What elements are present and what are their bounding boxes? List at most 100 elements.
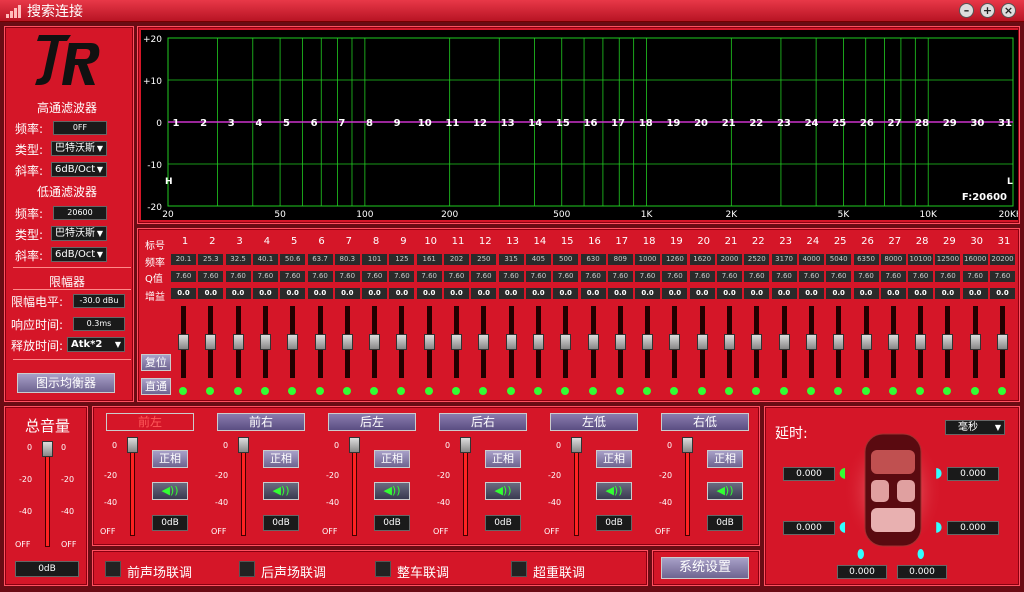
eq-index-label: 标号 [145, 241, 165, 252]
limiter-level-input[interactable]: -30.0 dBu [73, 294, 125, 308]
band-marker: 17 [611, 118, 625, 129]
x-tick-label: 20 [162, 210, 174, 220]
maximize-icon[interactable]: + [980, 3, 995, 18]
band-marker: 30 [970, 118, 984, 129]
lowpass-type-label: 类型: [15, 228, 44, 242]
highpass-freq-input[interactable]: 0FF [53, 121, 107, 135]
band-marker: 31 [998, 118, 1012, 129]
highpass-slope-select[interactable]: 6dB/Oct [51, 162, 107, 177]
band-marker: 10 [418, 118, 432, 129]
eq-reset-button[interactable]: 复位 [141, 354, 171, 371]
channel-slider-track[interactable] [241, 444, 246, 536]
band-marker: 2 [200, 118, 207, 129]
band-marker: 16 [584, 118, 598, 129]
graphic-eq-button[interactable]: 图示均衡器 [17, 373, 115, 393]
channel-scale-40: -40 [326, 498, 340, 507]
lowpass-title: 低通滤波器 [36, 185, 97, 199]
channel-value: 0dB [152, 515, 188, 531]
master-scale-0-right: 0 [61, 443, 67, 452]
channel-slider-track[interactable] [685, 444, 690, 536]
filter-panel: 高通滤波器 频率: 0FF 类型: 巴特沃斯 斜率: 6dB/Oct 低通滤波器… [4, 26, 134, 402]
x-tick-label: 2K [726, 210, 739, 220]
delay-front-left[interactable]: 0.000 [783, 467, 835, 481]
channel-scale-40: -40 [215, 498, 229, 507]
band-marker: 5 [283, 118, 290, 129]
title-bar: 搜索连接 – + × [0, 0, 1024, 22]
channel-name[interactable]: 前左 [106, 413, 194, 431]
band-marker: 20 [694, 118, 708, 129]
channel-name[interactable]: 左低 [550, 413, 638, 431]
close-icon[interactable]: × [1001, 3, 1016, 18]
channel-slider-track[interactable] [130, 444, 135, 536]
phase-button[interactable]: 正相 [485, 450, 521, 468]
channel-name[interactable]: 右低 [661, 413, 749, 431]
mute-speaker-icon[interactable]: ◀)) [152, 482, 188, 500]
jr-logo [35, 35, 100, 85]
delay-front-right[interactable]: 0.000 [947, 467, 999, 481]
sub-link-checkbox[interactable] [511, 561, 527, 577]
speaker-icon: ◗ [935, 519, 943, 535]
phase-button[interactable]: 正相 [263, 450, 299, 468]
frequency-response-plot: +20+100-10-2020501002005001K2K5K10K20KHz… [141, 30, 1018, 220]
mute-speaker-icon[interactable]: ◀)) [596, 482, 632, 500]
master-volume-panel: 总音量 0 -20 -40 OFF 0 -20 -40 OFF 0dB [4, 406, 88, 586]
channel-scale-off: OFF [211, 527, 227, 536]
front-link-checkbox[interactable] [105, 561, 121, 577]
channel-slider-knob[interactable] [127, 437, 138, 453]
mute-speaker-icon[interactable]: ◀)) [485, 482, 521, 500]
settings-panel: 系统设置 [652, 550, 760, 586]
band-marker: 25 [832, 118, 846, 129]
x-tick-label: 20KHz [999, 210, 1018, 220]
limiter-title: 限幅器 [48, 275, 85, 289]
channel-slider-track[interactable] [463, 444, 468, 536]
phase-button[interactable]: 正相 [374, 450, 410, 468]
limiter-attack-input[interactable]: 0.3ms [73, 317, 125, 331]
channel-slider-knob[interactable] [682, 437, 693, 453]
channel-slider-track[interactable] [574, 444, 579, 536]
channel-name[interactable]: 后右 [439, 413, 527, 431]
band-marker: 13 [501, 118, 515, 129]
channel-scale-20: -20 [548, 471, 562, 480]
channel-slider-knob[interactable] [571, 437, 582, 453]
channel-slider-track[interactable] [352, 444, 357, 536]
channel-name[interactable]: 后左 [328, 413, 416, 431]
band-marker: 9 [394, 118, 401, 129]
channel-slider-knob[interactable] [349, 437, 360, 453]
y-tick-label: -10 [147, 161, 162, 171]
mute-speaker-icon[interactable]: ◀)) [263, 482, 299, 500]
channel-name[interactable]: 前右 [217, 413, 305, 431]
mute-speaker-icon[interactable]: ◀)) [374, 482, 410, 500]
limiter-release-select[interactable]: Atk*2 [67, 337, 125, 352]
lowpass-type-select[interactable]: 巴特沃斯 [51, 226, 107, 241]
delay-rear-left[interactable]: 0.000 [783, 521, 835, 535]
delay-unit-select[interactable]: 毫秒 [945, 420, 1005, 435]
mute-speaker-icon[interactable]: ◀)) [707, 482, 743, 500]
subwoofer-icon: ⬮ [917, 547, 925, 561]
system-settings-button[interactable]: 系统设置 [661, 557, 749, 579]
phase-button[interactable]: 正相 [152, 450, 188, 468]
lowpass-freq-input[interactable]: 20600 [53, 206, 107, 220]
rear-link-checkbox[interactable] [239, 561, 255, 577]
eq-bypass-button[interactable]: 直通 [141, 378, 171, 395]
delay-sub-right[interactable]: 0.000 [897, 565, 947, 579]
master-slider-track[interactable] [45, 447, 50, 547]
band-marker: 24 [805, 118, 819, 129]
delay-rear-right[interactable]: 0.000 [947, 521, 999, 535]
minimize-icon[interactable]: – [959, 3, 974, 18]
phase-button[interactable]: 正相 [707, 450, 743, 468]
band-marker: 3 [228, 118, 235, 129]
channel-scale-40: -40 [104, 498, 118, 507]
channel-scale-off: OFF [655, 527, 671, 536]
master-slider-knob[interactable] [42, 441, 53, 457]
highpass-type-select[interactable]: 巴特沃斯 [51, 141, 107, 156]
channel-slider-knob[interactable] [460, 437, 471, 453]
eq-q-label: Q值 [145, 274, 163, 285]
delay-sub-left[interactable]: 0.000 [837, 565, 887, 579]
channel-scale-20: -20 [215, 471, 229, 480]
highpass-freq-label: 频率: [15, 122, 44, 136]
whole-link-checkbox[interactable] [375, 561, 391, 577]
lowpass-slope-select[interactable]: 6dB/Oct [51, 247, 107, 262]
phase-button[interactable]: 正相 [596, 450, 632, 468]
channel-slider-knob[interactable] [238, 437, 249, 453]
divider [13, 289, 131, 290]
